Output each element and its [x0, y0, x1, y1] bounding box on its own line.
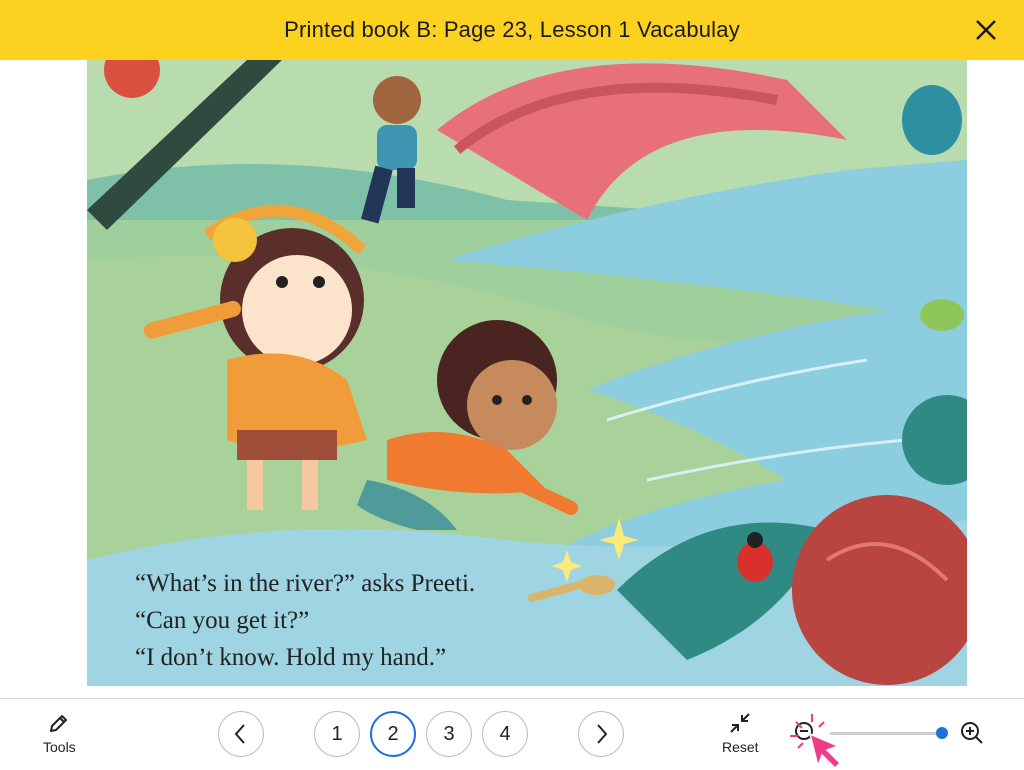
- close-button[interactable]: [970, 14, 1002, 46]
- page-caption: “What’s in the river?” asks Preeti. “Can…: [135, 565, 475, 676]
- page-button-1[interactable]: 1: [314, 711, 360, 757]
- page-button-4[interactable]: 4: [482, 711, 528, 757]
- close-icon: [976, 20, 996, 40]
- page-number: 2: [387, 722, 399, 745]
- tools-label: Tools: [43, 739, 76, 755]
- book-page-image: “What’s in the river?” asks Preeti. “Can…: [87, 60, 967, 686]
- page-button-3[interactable]: 3: [426, 711, 472, 757]
- reset-button[interactable]: Reset: [722, 711, 759, 755]
- reset-label: Reset: [722, 739, 759, 755]
- chevron-right-icon: [597, 724, 608, 744]
- zoom-in-icon[interactable]: [960, 721, 984, 745]
- bottom-toolbar: Tools 1 2 3 4 Reset: [0, 698, 1024, 769]
- pencil-icon: [50, 715, 68, 732]
- page-button-2[interactable]: 2: [370, 711, 416, 757]
- caption-line: “What’s in the river?” asks Preeti.: [135, 570, 476, 597]
- next-page-button[interactable]: [578, 711, 624, 757]
- chevron-left-icon: [234, 724, 245, 744]
- page-number: 1: [331, 722, 343, 745]
- page-number: 4: [499, 722, 511, 745]
- caption-line: “Can you get it?”: [135, 607, 310, 634]
- tools-button[interactable]: Tools: [43, 711, 76, 755]
- header-bar: Printed book B: Page 23, Lesson 1 Vacabu…: [0, 0, 1024, 60]
- zoom-out-icon[interactable]: [794, 721, 818, 745]
- page-number: 3: [443, 722, 455, 745]
- collapse-icon: [730, 713, 750, 733]
- zoom-slider-track[interactable]: [830, 732, 942, 735]
- caption-line: “I don’t know. Hold my hand.”: [135, 644, 447, 671]
- page-title: Printed book B: Page 23, Lesson 1 Vacabu…: [284, 17, 740, 42]
- prev-page-button[interactable]: [218, 711, 264, 757]
- zoom-slider-thumb[interactable]: [936, 727, 948, 739]
